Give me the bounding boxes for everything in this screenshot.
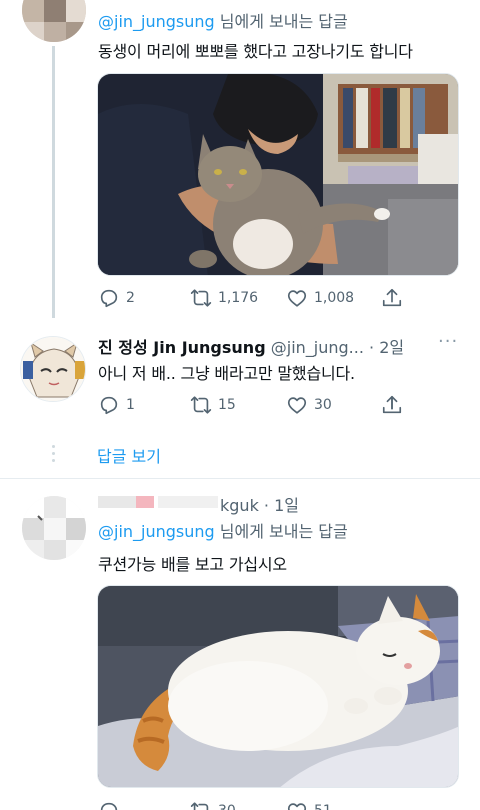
like-button[interactable]: 30 — [286, 393, 332, 417]
tweet-time[interactable]: kguk · 1일 — [220, 492, 299, 516]
like-count: 30 — [314, 397, 332, 413]
heart-icon — [287, 290, 307, 307]
tweet-text: 쿠션가능 배를 보고 가십시오 — [98, 555, 287, 574]
share-icon — [382, 395, 402, 414]
reply-button[interactable]: 1 — [98, 393, 135, 417]
divider — [0, 478, 480, 479]
like-button[interactable]: 1,008 — [286, 286, 354, 310]
reply-button[interactable]: 2 — [98, 286, 135, 310]
reply-icon — [100, 802, 118, 810]
mention-link[interactable]: @jin_jungsung — [98, 522, 215, 541]
tweet-text: 아니 저 배.. 그냥 배라고만 말했습니다. — [98, 364, 355, 383]
retweet-button[interactable]: 30 — [190, 799, 236, 810]
avatar-blurred-top[interactable] — [22, 0, 86, 42]
replying-to-line: @jin_jungsung 님에게 보내는 답글 — [98, 8, 348, 32]
like-button[interactable]: 51 — [286, 799, 332, 810]
blurred-name-block — [158, 496, 218, 508]
tweet1-actions: 2 1,176 1,008 — [98, 286, 408, 310]
thread-line-1 — [52, 46, 55, 318]
blurred-name-block — [98, 496, 136, 508]
share-button[interactable] — [381, 286, 403, 310]
retweet-icon — [190, 802, 209, 810]
tweet-text: 동생이 머리에 뽀뽀를 했다고 고장나기도 합니다 — [98, 42, 413, 61]
retweet-count: 30 — [218, 803, 236, 810]
show-replies-link[interactable]: 답글 보기 — [97, 443, 161, 467]
tweet2-header: 진 정성 Jin Jungsung @jin_jung... · 2일 — [98, 334, 404, 358]
heart-icon — [287, 397, 307, 414]
reply-count: 1 — [126, 397, 135, 413]
mention-link[interactable]: @jin_jungsung — [98, 12, 215, 31]
reply-count: 2 — [126, 290, 135, 306]
tweet3-actions: 30 51 — [98, 799, 408, 810]
retweet-icon — [190, 396, 212, 414]
thread-dots — [50, 445, 56, 462]
display-name[interactable]: 진 정성 Jin Jungsung — [98, 338, 266, 357]
avatar-blurred-bottom[interactable] — [22, 496, 86, 560]
user-handle[interactable]: @jin_jung... — [271, 338, 364, 357]
reply-icon — [100, 396, 118, 415]
tweet-image-cat-hug[interactable] — [97, 73, 459, 276]
heart-icon — [287, 803, 307, 810]
retweet-button[interactable]: 1,176 — [190, 286, 258, 310]
share-icon — [382, 288, 402, 307]
replying-to-line: @jin_jungsung 님에게 보내는 답글 — [98, 518, 348, 542]
retweet-count: 15 — [218, 397, 236, 413]
tweet-image-sleeping-cat[interactable] — [97, 585, 459, 788]
retweet-icon — [190, 289, 212, 307]
tweet-time[interactable]: · 2일 — [369, 338, 404, 357]
share-button[interactable] — [381, 393, 403, 417]
retweet-button[interactable]: 15 — [190, 393, 236, 417]
replying-to-text: 님에게 보내는 답글 — [214, 522, 348, 541]
avatar-jin-jungsung[interactable] — [20, 336, 86, 402]
like-count: 51 — [314, 803, 332, 810]
more-icon[interactable]: ··· — [438, 331, 458, 352]
retweet-count: 1,176 — [218, 290, 259, 306]
replying-to-text: 님에게 보내는 답글 — [214, 12, 348, 31]
reply-button[interactable] — [98, 799, 120, 810]
blurred-name-block — [136, 496, 154, 508]
like-count: 1,008 — [314, 290, 355, 306]
reply-icon — [100, 289, 118, 308]
tweet2-actions: 1 15 30 — [98, 393, 408, 417]
